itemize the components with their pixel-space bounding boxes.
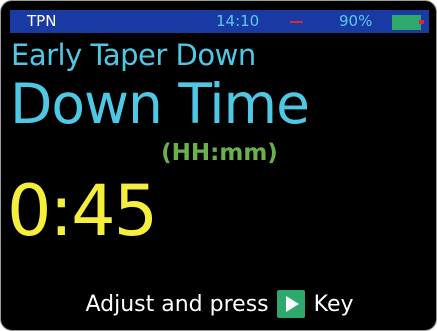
clock: 14:10 (216, 12, 260, 30)
play-icon (276, 290, 305, 318)
battery-percent: 90% (339, 12, 373, 30)
down-time-value[interactable]: 0:45 (7, 171, 158, 251)
battery-icon (392, 15, 421, 30)
units-label: (HH:mm) (161, 140, 278, 166)
battery-tip-icon (419, 20, 424, 24)
instruction-text-before: Adjust and press (85, 291, 269, 317)
instruction-footer: Adjust and press Key (1, 288, 436, 320)
therapy-label: TPN (27, 12, 57, 30)
screen-subtitle: Early Taper Down (11, 38, 256, 72)
status-bar: TPN 14:10 90% (10, 10, 429, 33)
screen-title: Down Time (10, 72, 310, 136)
alert-indicator-icon (290, 21, 303, 23)
instruction-text-after: Key (313, 291, 354, 317)
pump-screen: TPN 14:10 90% Early Taper Down Down Time… (0, 0, 437, 331)
